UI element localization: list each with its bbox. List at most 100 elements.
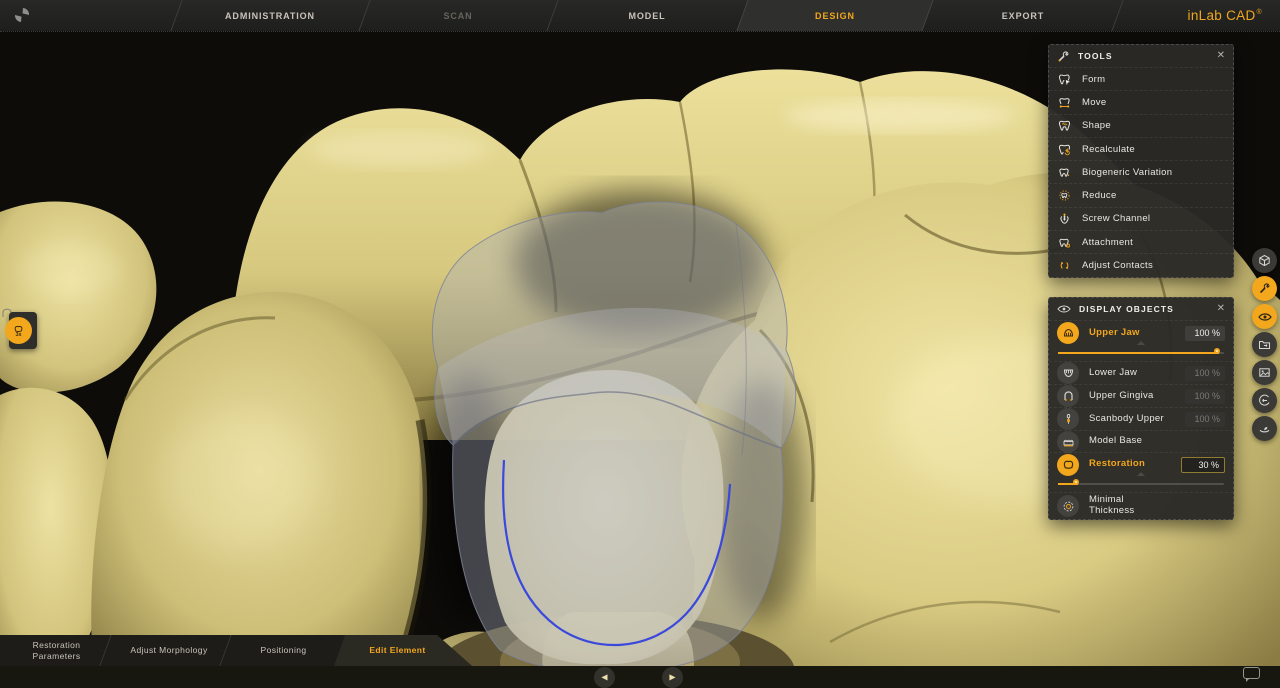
close-icon[interactable]: ✕ [1217,304,1225,314]
next-step-button[interactable]: ▶ [662,667,683,688]
tool-item-label: Move [1082,97,1106,108]
tool-item-label: Adjust Contacts [1082,260,1153,271]
tools-icon [1057,50,1070,63]
scanbody-upper-icon [1057,408,1079,430]
upper-gingiva-opacity-value[interactable]: 100 % [1185,389,1225,404]
tool-item-form[interactable]: Form [1049,67,1233,90]
tool-item-move[interactable]: Move [1049,90,1233,113]
display-objects-rail-button[interactable] [1252,304,1277,329]
workflow-steps-bar: Restoration Parameters Adjust Morphology… [0,635,472,666]
display-item-label: Upper Gingiva [1089,391,1154,402]
recalculate-tool-icon [1058,143,1071,156]
display-item-scanbody-upper[interactable]: Scanbody Upper 100 % [1049,407,1233,430]
display-item-upper-gingiva[interactable]: Upper Gingiva 100 % [1049,384,1233,407]
restoration-opacity-slider[interactable] [1058,476,1224,492]
tools-panel-header: TOOLS ✕ [1049,45,1233,67]
slider-knob[interactable] [1073,479,1079,485]
display-item-label: Minimal Thickness [1089,495,1151,517]
nav-separator [1111,0,1123,31]
display-item-label: Model Base [1089,436,1142,447]
next-arrow-icon: ▶ [669,673,675,682]
tool-item-label: Shape [1082,120,1111,131]
tool-item-biogeneric-variation[interactable]: Biogeneric Variation [1049,160,1233,183]
previous-step-button[interactable]: ◀ [594,667,615,688]
display-item-label: Scanbody Upper [1089,414,1164,425]
tab-administration[interactable]: ADMINISTRATION [188,0,352,31]
tab-model[interactable]: MODEL [565,0,729,31]
restoration-count-badge[interactable]: 3x [5,317,32,344]
case-folder-button[interactable] [1252,332,1277,357]
step-edit-element[interactable]: Edit Element [345,635,450,666]
app-brand: inLab CAD® [1188,0,1262,31]
form-tool-icon [1058,73,1071,86]
tools-rail-button[interactable] [1252,276,1277,301]
display-item-lower-jaw[interactable]: Lower Jaw 100 % [1049,361,1233,384]
slider-caret [1137,472,1145,476]
tool-item-label: Reduce [1082,190,1117,201]
tab-export[interactable]: EXPORT [941,0,1105,31]
badge-count: 3x [15,332,21,338]
restoration-opacity-value[interactable]: 30 % [1181,457,1225,473]
slider-knob[interactable] [1214,348,1220,354]
display-item-label: Upper Jaw [1089,328,1140,339]
restoration-icon [1057,454,1079,476]
tool-item-recalculate[interactable]: Recalculate [1049,137,1233,160]
scanbody-upper-opacity-value[interactable]: 100 % [1185,412,1225,427]
upper-jaw-opacity-value[interactable]: 100 % [1185,326,1225,341]
tools-panel: TOOLS ✕ Form Move Shape [1048,44,1234,278]
display-item-minimal-thickness[interactable]: Minimal Thickness [1049,492,1233,519]
nav-separator [358,0,370,31]
display-item-label: Lower Jaw [1089,368,1137,379]
step-positioning[interactable]: Positioning [230,635,337,666]
top-navigation: ADMINISTRATION SCAN MODEL DESIGN EXPORT … [0,0,1280,31]
slider-caret [1137,341,1145,345]
side-toolbar [1252,248,1277,441]
sirona-logo-icon [12,5,32,25]
nav-divider [0,31,1280,32]
restoration-crown-mesh [432,202,795,671]
tool-item-reduce[interactable]: Reduce [1049,183,1233,206]
export-view-button[interactable] [1252,388,1277,413]
lower-jaw-icon [1057,362,1079,384]
inlab-cad-window: ADMINISTRATION SCAN MODEL DESIGN EXPORT … [0,0,1280,688]
tool-item-label: Attachment [1082,237,1133,248]
upper-jaw-opacity-slider[interactable] [1058,345,1224,361]
minimal-thickness-icon [1057,495,1079,517]
close-icon[interactable]: ✕ [1217,51,1225,61]
display-objects-header: DISPLAY OBJECTS ✕ [1049,298,1233,320]
attachment-tool-icon [1058,236,1071,249]
nav-separator [546,0,558,31]
hand-support-button[interactable] [1252,416,1277,441]
adjust-contacts-tool-icon [1058,259,1071,272]
tool-item-screw-channel[interactable]: Screw Channel [1049,207,1233,230]
tool-item-label: Form [1082,74,1105,85]
previous-arrow-icon: ◀ [601,673,607,682]
biogeneric-variation-tool-icon [1058,166,1071,179]
tools-panel-title: TOOLS [1078,51,1113,61]
reduce-tool-icon [1058,189,1071,202]
lower-jaw-opacity-value[interactable]: 100 % [1185,366,1225,381]
display-item-label: Restoration [1089,459,1145,470]
tool-item-label: Screw Channel [1082,213,1150,224]
nav-separator [170,0,182,31]
move-tool-icon [1058,96,1071,109]
tool-item-attachment[interactable]: Attachment [1049,230,1233,253]
tab-design[interactable]: DESIGN [753,0,917,31]
tool-item-shape[interactable]: Shape [1049,114,1233,137]
display-objects-title: DISPLAY OBJECTS [1079,304,1174,314]
feedback-chat-icon[interactable] [1243,667,1260,679]
screw-channel-tool-icon [1058,212,1071,225]
step-adjust-morphology[interactable]: Adjust Morphology [113,635,225,666]
model-base-icon [1057,431,1079,453]
view-cube-button[interactable] [1252,248,1277,273]
display-item-model-base[interactable]: Model Base [1049,430,1233,452]
tool-item-adjust-contacts[interactable]: Adjust Contacts [1049,253,1233,276]
bottom-bar: ◀ ▶ [0,666,1280,688]
tab-scan[interactable]: SCAN [376,0,540,31]
eye-icon [1057,304,1071,314]
shape-tool-icon [1058,119,1071,132]
upper-jaw-icon [1057,322,1079,344]
slider-track[interactable] [1058,483,1224,485]
screenshot-button[interactable] [1252,360,1277,385]
step-restoration-parameters[interactable]: Restoration Parameters [8,635,105,666]
